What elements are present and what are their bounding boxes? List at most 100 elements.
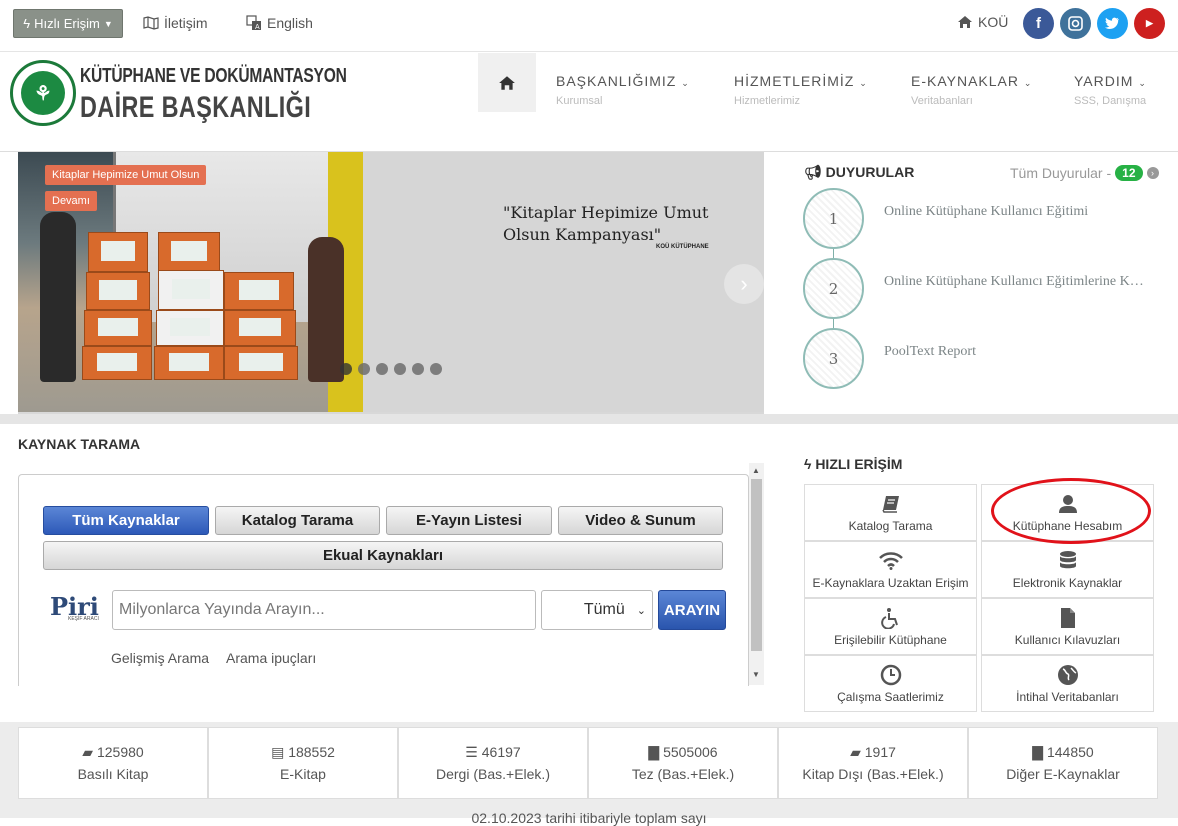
chevron-down-icon: ⌄ — [636, 604, 646, 617]
announcements-title: 📢︎ DUYURULAR — [804, 164, 914, 181]
stat-value: 188552 — [288, 744, 335, 760]
stat-label: Kitap Dışı (Bas.+Elek.) — [802, 766, 944, 782]
home-icon — [958, 16, 972, 28]
quick-access-elektronik-kaynaklar[interactable]: Elektronik Kaynaklar — [981, 541, 1154, 598]
nav-title: E-KAYNAKLAR — [911, 73, 1019, 89]
tab-e-yayin-listesi[interactable]: E-Yayın Listesi — [386, 506, 552, 535]
wifi-icon — [878, 550, 903, 572]
home-icon — [499, 75, 515, 90]
search-input[interactable]: Milyonlarca Yayında Arayın... — [112, 590, 536, 630]
facebook-icon[interactable]: f — [1023, 8, 1054, 39]
youtube-icon[interactable]: ▶ — [1134, 8, 1165, 39]
university-seal-logo[interactable]: ⚘ — [10, 60, 76, 126]
stat-tez: ▇ 5505006 Tez (Bas.+Elek.) — [588, 727, 778, 799]
logo-title-line2[interactable]: DAİRE BAŞKANLIĞI — [80, 91, 311, 125]
scroll-up-icon[interactable]: ▲ — [752, 466, 760, 475]
search-scope-select[interactable]: Tümü ⌄ — [541, 590, 653, 630]
quick-access-label: Katalog Tarama — [848, 518, 933, 533]
chevron-down-icon: ⌄ — [1023, 78, 1033, 88]
stat-value: 144850 — [1046, 744, 1094, 760]
quick-access-label: Kullanıcı Kılavuzları — [1014, 632, 1121, 647]
book-icon: ▰ — [82, 744, 94, 760]
slide-more-tag[interactable]: Devamı — [45, 191, 97, 211]
advanced-search-link[interactable]: Gelişmiş Arama — [111, 650, 209, 666]
quick-access-label: Çalışma Saatlerimiz — [837, 689, 944, 704]
quick-access-katalog-tarama[interactable]: Katalog Tarama — [804, 484, 977, 541]
slider-dot[interactable] — [376, 363, 388, 375]
nav-home[interactable] — [478, 53, 536, 112]
nav-title: YARDIM — [1074, 73, 1134, 89]
stat-kitap-disi: ▰ 1917 Kitap Dışı (Bas.+Elek.) — [778, 727, 968, 799]
nav-hizmetlerimiz[interactable]: HİZMETLERİMİZ ⌄ Hizmetlerimiz — [734, 73, 868, 107]
scroll-thumb[interactable] — [751, 479, 762, 651]
stats-footnote: 02.10.2023 tarihi itibariyle toplam sayı — [471, 810, 707, 826]
file-icon — [1060, 607, 1076, 629]
logo-title-line1[interactable]: KÜTÜPHANE VE DOKÜMANTASYON — [80, 65, 347, 88]
stat-label: Diğer E-Kaynaklar — [1006, 766, 1120, 782]
contact-link[interactable]: İletişim — [143, 15, 208, 31]
slider-dot[interactable] — [430, 363, 442, 375]
slider-dot[interactable] — [340, 363, 352, 375]
search-scrollbar[interactable]: ▲ ▼ — [749, 463, 764, 685]
all-announcements-link[interactable]: Tüm Duyurular - 12 › — [1010, 165, 1159, 181]
translate-icon: A — [246, 15, 261, 31]
slider-dot[interactable] — [412, 363, 424, 375]
quick-access-erisilebilir-kutuphane[interactable]: Erişilebilir Kütüphane — [804, 598, 977, 655]
quick-access-button[interactable]: ϟ Hızlı Erişim ▼ — [13, 9, 123, 38]
search-tips-link[interactable]: Arama ipuçları — [226, 650, 316, 666]
announcement-link[interactable]: Online Kütüphane Kullanıcı Eğitimlerine … — [884, 274, 1148, 290]
search-scope-value: Tümü — [583, 601, 625, 618]
announcement-link[interactable]: Online Kütüphane Kullanıcı Eğitimi — [884, 204, 1148, 220]
quick-access-intihal-veritabanlari[interactable]: İntihal Veritabanları — [981, 655, 1154, 712]
search-button[interactable]: ARAYIN — [658, 590, 726, 630]
nav-e-kaynaklar[interactable]: E-KAYNAKLAR ⌄ Veritabanları — [911, 73, 1032, 107]
slider-next-arrow-icon[interactable]: › — [724, 264, 764, 304]
quick-access-calisma-saatlerimiz[interactable]: Çalışma Saatlerimiz — [804, 655, 977, 712]
stat-value: 46197 — [481, 744, 521, 760]
nav-yardim[interactable]: YARDIM ⌄ SSS, Danışma — [1074, 73, 1147, 107]
kou-home-link[interactable]: KOÜ — [957, 14, 1008, 30]
tab-video-sunum[interactable]: Video & Sunum — [558, 506, 723, 535]
announcements-title-text: DUYURULAR — [825, 164, 915, 180]
slider-dot[interactable] — [358, 363, 370, 375]
chevron-down-icon: ⌄ — [859, 78, 868, 88]
nav-baskanligimiz[interactable]: BAŞKANLIĞIMIZ ⌄ Kurumsal — [556, 73, 690, 107]
quick-access-label: İntihal Veritabanları — [1016, 689, 1119, 704]
slide-title-tag[interactable]: Kitaplar Hepimize Umut Olsun — [45, 165, 207, 185]
bolt-icon: ϟ — [804, 456, 812, 472]
announcements-count-badge: 12 — [1115, 165, 1143, 181]
svg-text:A: A — [255, 24, 260, 31]
twitter-icon[interactable] — [1097, 8, 1128, 39]
instagram-icon[interactable] — [1060, 8, 1091, 39]
language-link[interactable]: A English — [246, 15, 313, 31]
quick-access-label: Elektronik Kaynaklar — [1012, 575, 1123, 590]
quick-access-kullanici-kilavuzlari[interactable]: Kullanıcı Kılavuzları — [981, 598, 1154, 655]
stat-label: Basılı Kitap — [77, 766, 149, 782]
quick-access-label: Erişilebilir Kütüphane — [834, 632, 947, 647]
nav-subtitle: Hizmetlerimiz — [734, 95, 800, 107]
tab-katalog-tarama[interactable]: Katalog Tarama — [215, 506, 380, 535]
contact-label: İletişim — [164, 15, 208, 31]
quick-access-uzaktan-erisim[interactable]: E-Kaynaklara Uzaktan Erişim — [804, 541, 977, 598]
file-icon: ▇ — [1032, 744, 1044, 760]
bolt-icon: ϟ — [23, 16, 31, 31]
scroll-down-icon[interactable]: ▼ — [752, 670, 760, 679]
search-section-title: KAYNAK TARAMA — [18, 436, 141, 452]
globe-icon — [1057, 664, 1079, 686]
slider-dot[interactable] — [394, 363, 406, 375]
file-text-icon: ▤ — [271, 744, 285, 760]
stat-value: 5505006 — [663, 744, 718, 760]
announcement-link[interactable]: PoolText Report — [884, 344, 1148, 360]
tab-tum-kaynaklar[interactable]: Tüm Kaynaklar — [43, 506, 209, 535]
tab-ekual-kaynaklari[interactable]: Ekual Kaynakları — [43, 541, 723, 570]
nav-subtitle: SSS, Danışma — [1074, 95, 1147, 107]
stat-label: E-Kitap — [280, 766, 326, 782]
top-bar: ϟ Hızlı Erişim ▼ İletişim A English KOÜ … — [0, 0, 1178, 52]
database-icon — [1059, 550, 1077, 572]
announcement-number: 2 — [803, 258, 864, 319]
chevron-down-icon: ▼ — [103, 18, 113, 29]
slider-dots — [340, 363, 442, 375]
nav-subtitle: Veritabanları — [911, 95, 973, 107]
chevron-down-icon: ⌄ — [681, 78, 690, 88]
hero-slider[interactable]: Kitaplar Hepimize Umut Olsun Devamı "Kit… — [18, 152, 764, 414]
